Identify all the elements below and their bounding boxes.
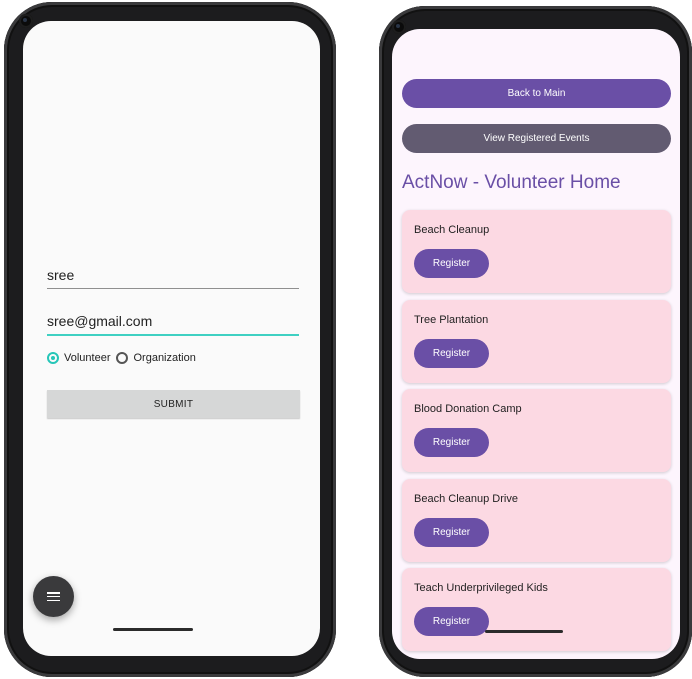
right-phone-frame: Back to Main View Registered Events ActN… <box>379 6 692 677</box>
event-title: Teach Underprivileged Kids <box>414 582 548 594</box>
role-option-volunteer[interactable]: Volunteer <box>47 352 110 364</box>
view-registered-events-button[interactable]: View Registered Events <box>402 124 671 153</box>
event-list: Beach Cleanup Register Tree Plantation R… <box>402 210 671 658</box>
menu-fab-button[interactable] <box>33 576 74 617</box>
role-option-organization[interactable]: Organization <box>116 352 196 364</box>
event-title: Tree Plantation <box>414 313 489 326</box>
email-input[interactable]: sree@gmail.com <box>47 313 299 336</box>
register-button[interactable]: Register <box>414 428 489 457</box>
role-radio-group: Volunteer Organization <box>47 352 202 364</box>
home-indicator[interactable] <box>113 628 193 631</box>
register-button[interactable]: Register <box>414 517 489 547</box>
front-camera-icon <box>19 14 33 28</box>
front-camera-icon <box>392 20 406 34</box>
radio-unchecked-icon[interactable] <box>116 352 129 364</box>
radio-checked-icon[interactable] <box>47 352 59 364</box>
event-title: Beach Cleanup <box>414 224 490 236</box>
menu-icon <box>47 592 60 601</box>
event-card: Teach Underprivileged Kids Register <box>402 568 671 651</box>
submit-button[interactable]: SUBMIT <box>47 390 300 418</box>
event-card: Blood Donation Camp Register <box>402 389 671 472</box>
event-title: Beach Cleanup Drive <box>414 492 518 505</box>
event-card: Tree Plantation Register <box>402 299 671 383</box>
screenshot-stage: sree sree@gmail.com Volunteer Organizati… <box>0 0 692 679</box>
home-indicator[interactable] <box>485 630 563 633</box>
role-label-organization: Organization <box>133 352 196 364</box>
register-button[interactable]: Register <box>414 338 489 368</box>
registration-screen: sree sree@gmail.com Volunteer Organizati… <box>23 21 320 656</box>
register-button[interactable]: Register <box>414 249 489 278</box>
volunteer-home-screen: Back to Main View Registered Events ActN… <box>392 29 680 659</box>
role-label-volunteer: Volunteer <box>64 352 111 364</box>
left-phone-frame: sree sree@gmail.com Volunteer Organizati… <box>4 2 336 677</box>
back-to-main-button[interactable]: Back to Main <box>402 79 671 108</box>
event-card: Beach Cleanup Drive Register <box>402 478 671 562</box>
event-title: Blood Donation Camp <box>414 403 522 415</box>
name-input[interactable]: sree <box>47 267 299 289</box>
page-title: ActNow - Volunteer Home <box>402 172 621 193</box>
event-card: Beach Cleanup Register <box>402 210 671 293</box>
register-button[interactable]: Register <box>414 607 489 636</box>
